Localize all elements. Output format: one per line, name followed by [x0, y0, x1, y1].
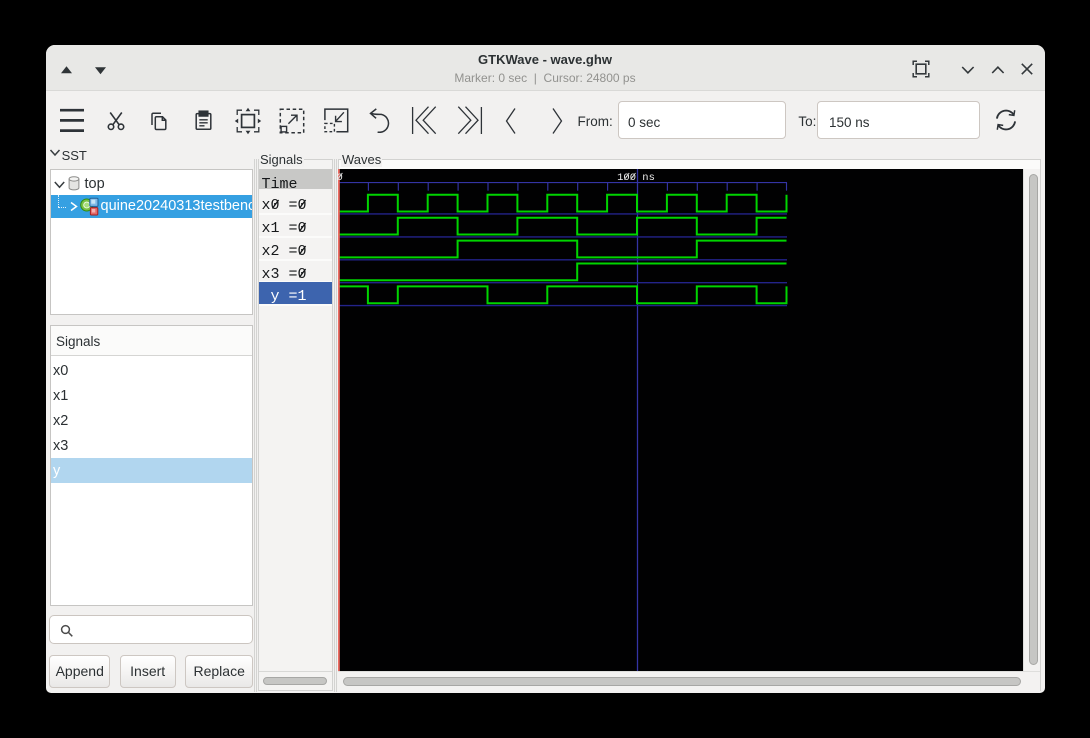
svg-text:100 ns: 100 ns: [617, 172, 655, 184]
